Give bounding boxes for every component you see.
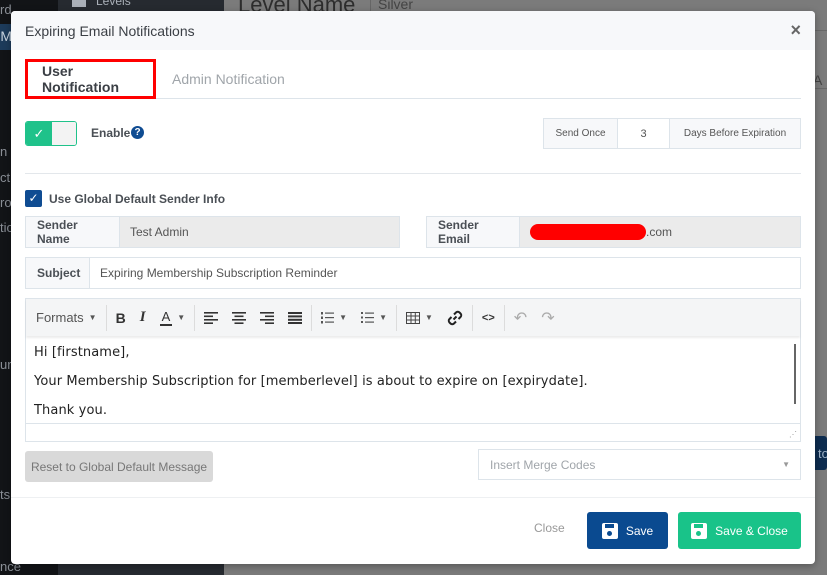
align-justify-icon bbox=[288, 311, 303, 324]
numbered-list-button[interactable]: ▼ bbox=[314, 299, 354, 336]
align-right-button[interactable] bbox=[253, 299, 281, 336]
italic-button[interactable]: I bbox=[133, 299, 153, 336]
toggle-knob bbox=[52, 122, 76, 145]
font-color-icon: A bbox=[159, 308, 173, 326]
toolbar-separator bbox=[503, 304, 505, 331]
sidebar-fragment[interactable]: n bbox=[0, 144, 7, 159]
font-color-button[interactable]: A ▼ bbox=[153, 299, 193, 336]
link-icon bbox=[447, 310, 463, 325]
align-center-icon bbox=[232, 311, 247, 324]
bullet-list-icon bbox=[361, 311, 375, 323]
tab-user-notification[interactable]: User Notification bbox=[25, 59, 156, 99]
redaction-mark bbox=[530, 224, 646, 240]
reset-default-message-button[interactable]: Reset to Global Default Message bbox=[25, 451, 213, 482]
toolbar-separator bbox=[311, 304, 313, 331]
sender-email-input[interactable]: .com bbox=[520, 217, 800, 247]
enable-toggle[interactable]: ✓ bbox=[25, 121, 77, 146]
formats-dropdown[interactable]: Formats ▼ bbox=[26, 299, 104, 336]
days-before-input[interactable] bbox=[618, 119, 670, 148]
bold-button[interactable]: B bbox=[109, 299, 133, 336]
modal-header: Expiring Email Notifications × bbox=[11, 11, 815, 50]
tab-admin-notification[interactable]: Admin Notification bbox=[158, 59, 299, 99]
table-icon bbox=[406, 311, 420, 324]
subject-field: Subject Expiring Membership Subscription… bbox=[25, 257, 801, 289]
insert-merge-codes-select[interactable]: Insert Merge Codes ▼ bbox=[478, 449, 801, 480]
editor-statusbar: ⋰ bbox=[26, 423, 800, 441]
send-once-label: Send Once bbox=[544, 119, 618, 148]
sidebar-fragment[interactable]: ct bbox=[0, 170, 10, 185]
rich-text-editor: Formats ▼ B I A ▼ ▼ ▼ ▼ <> ↶ ↷ Hi [first… bbox=[25, 298, 801, 442]
editor-paragraph: Your Membership Subscription for [member… bbox=[34, 374, 588, 389]
close-icon[interactable]: × bbox=[790, 21, 801, 39]
sender-email-label: Sender Email bbox=[427, 217, 520, 247]
enable-label: Enable bbox=[91, 126, 131, 140]
editor-paragraph: Hi [firstname], bbox=[34, 345, 130, 360]
editor-paragraph: Thank you. bbox=[34, 403, 108, 418]
table-button[interactable]: ▼ bbox=[399, 299, 440, 336]
toolbar-separator bbox=[194, 304, 196, 331]
send-schedule-group: Send Once Days Before Expiration bbox=[543, 118, 801, 149]
toolbar-separator bbox=[396, 304, 397, 331]
sidebar-fragment[interactable]: rd bbox=[0, 2, 12, 17]
align-right-icon bbox=[260, 311, 275, 324]
floppy-disk-icon bbox=[691, 522, 708, 539]
menu-icon bbox=[72, 0, 86, 7]
close-button[interactable]: Close bbox=[534, 521, 565, 535]
days-before-expiration-label: Days Before Expiration bbox=[670, 119, 800, 148]
save-button[interactable]: Save bbox=[587, 512, 668, 549]
caret-down-icon: ▼ bbox=[339, 313, 348, 322]
align-left-button[interactable] bbox=[197, 299, 225, 336]
source-code-button[interactable]: <> bbox=[475, 299, 502, 336]
notification-tabs: User Notification Admin Notification bbox=[25, 59, 801, 99]
use-global-sender-checkbox[interactable]: ✓ bbox=[25, 190, 42, 207]
divider bbox=[25, 173, 801, 174]
modal-title: Expiring Email Notifications bbox=[25, 22, 195, 39]
editor-toolbar: Formats ▼ B I A ▼ ▼ ▼ ▼ <> ↶ ↷ bbox=[26, 299, 800, 336]
sidebar-fragment[interactable]: ts bbox=[0, 487, 10, 502]
sender-email-field: Sender Email .com bbox=[426, 216, 801, 248]
caret-down-icon: ▼ bbox=[425, 313, 433, 322]
sender-name-field: Sender Name Test Admin bbox=[25, 216, 400, 248]
check-icon: ✓ bbox=[26, 122, 52, 145]
subject-label: Subject bbox=[26, 258, 90, 288]
save-and-close-button[interactable]: Save & Close bbox=[678, 512, 801, 549]
align-justify-button[interactable] bbox=[281, 299, 309, 336]
caret-down-icon: ▼ bbox=[782, 460, 790, 469]
toolbar-separator bbox=[105, 304, 107, 331]
submenu-item-levels[interactable]: Levels bbox=[72, 0, 131, 8]
bullet-list-button[interactable]: ▼ bbox=[354, 299, 394, 336]
divider bbox=[11, 497, 815, 498]
expiring-email-modal: Expiring Email Notifications × User Noti… bbox=[11, 11, 815, 564]
redo-button[interactable]: ↷ bbox=[534, 299, 561, 336]
subject-input[interactable]: Expiring Membership Subscription Reminde… bbox=[90, 258, 800, 288]
editor-scrollbar[interactable] bbox=[794, 344, 796, 404]
caret-down-icon: ▼ bbox=[379, 313, 387, 322]
use-global-sender-label[interactable]: Use Global Default Sender Info bbox=[49, 192, 225, 206]
caret-down-icon: ▼ bbox=[177, 313, 186, 322]
editor-content[interactable]: Hi [firstname], Your Membership Subscrip… bbox=[26, 336, 800, 423]
sender-name-label: Sender Name bbox=[26, 217, 120, 247]
caret-down-icon: ▼ bbox=[88, 313, 97, 322]
link-button[interactable] bbox=[440, 299, 470, 336]
align-left-icon bbox=[204, 311, 219, 324]
floppy-disk-icon bbox=[601, 522, 618, 539]
resize-handle-icon[interactable]: ⋰ bbox=[789, 430, 797, 439]
help-icon[interactable]: ? bbox=[131, 126, 144, 139]
align-center-button[interactable] bbox=[225, 299, 253, 336]
numbered-list-icon bbox=[321, 311, 335, 323]
toolbar-separator bbox=[471, 304, 473, 331]
undo-button[interactable]: ↶ bbox=[507, 299, 534, 336]
sender-name-input[interactable]: Test Admin bbox=[120, 217, 399, 247]
